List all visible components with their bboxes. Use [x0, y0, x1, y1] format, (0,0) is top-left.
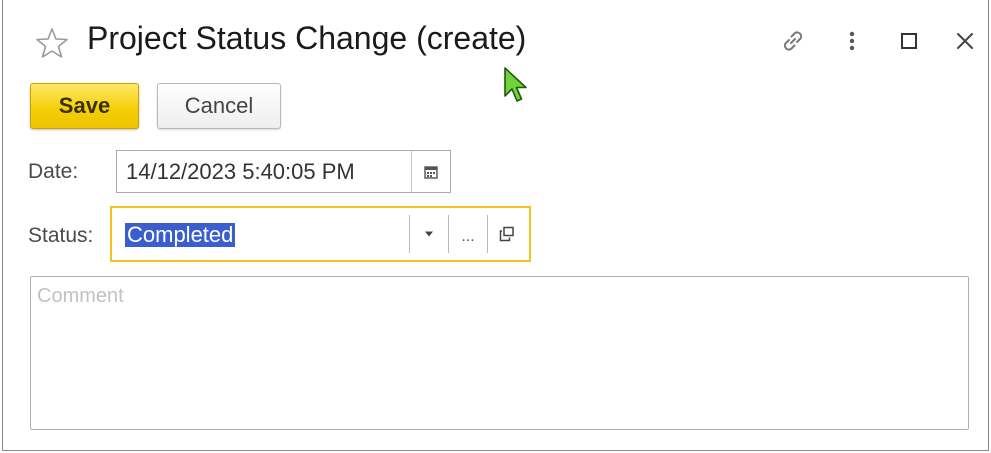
- mouse-cursor-icon: [503, 66, 531, 106]
- status-value[interactable]: Completed: [125, 223, 236, 247]
- more-icon[interactable]: [836, 24, 868, 58]
- comment-field[interactable]: [30, 276, 969, 430]
- status-label: Status:: [28, 224, 94, 247]
- link-icon[interactable]: [777, 24, 809, 58]
- close-icon[interactable]: [949, 24, 981, 58]
- save-button[interactable]: Save: [30, 83, 139, 129]
- cancel-button[interactable]: Cancel: [157, 83, 281, 129]
- project-status-change-window: Project Status Change (create) Save Canc…: [2, 0, 989, 451]
- date-value[interactable]: 14/12/2023 5:40:05 PM: [126, 159, 355, 185]
- window-title: Project Status Change (create): [87, 20, 527, 56]
- open-icon[interactable]: [488, 212, 526, 256]
- status-field[interactable]: Completed ...: [110, 206, 531, 262]
- star-icon[interactable]: [35, 26, 69, 60]
- select-more-button[interactable]: ...: [449, 212, 487, 256]
- date-label: Date:: [28, 160, 79, 183]
- calendar-icon[interactable]: [412, 151, 450, 192]
- date-field[interactable]: 14/12/2023 5:40:05 PM: [116, 150, 451, 193]
- maximize-icon[interactable]: [893, 24, 925, 58]
- dropdown-arrow-icon[interactable]: [410, 212, 448, 256]
